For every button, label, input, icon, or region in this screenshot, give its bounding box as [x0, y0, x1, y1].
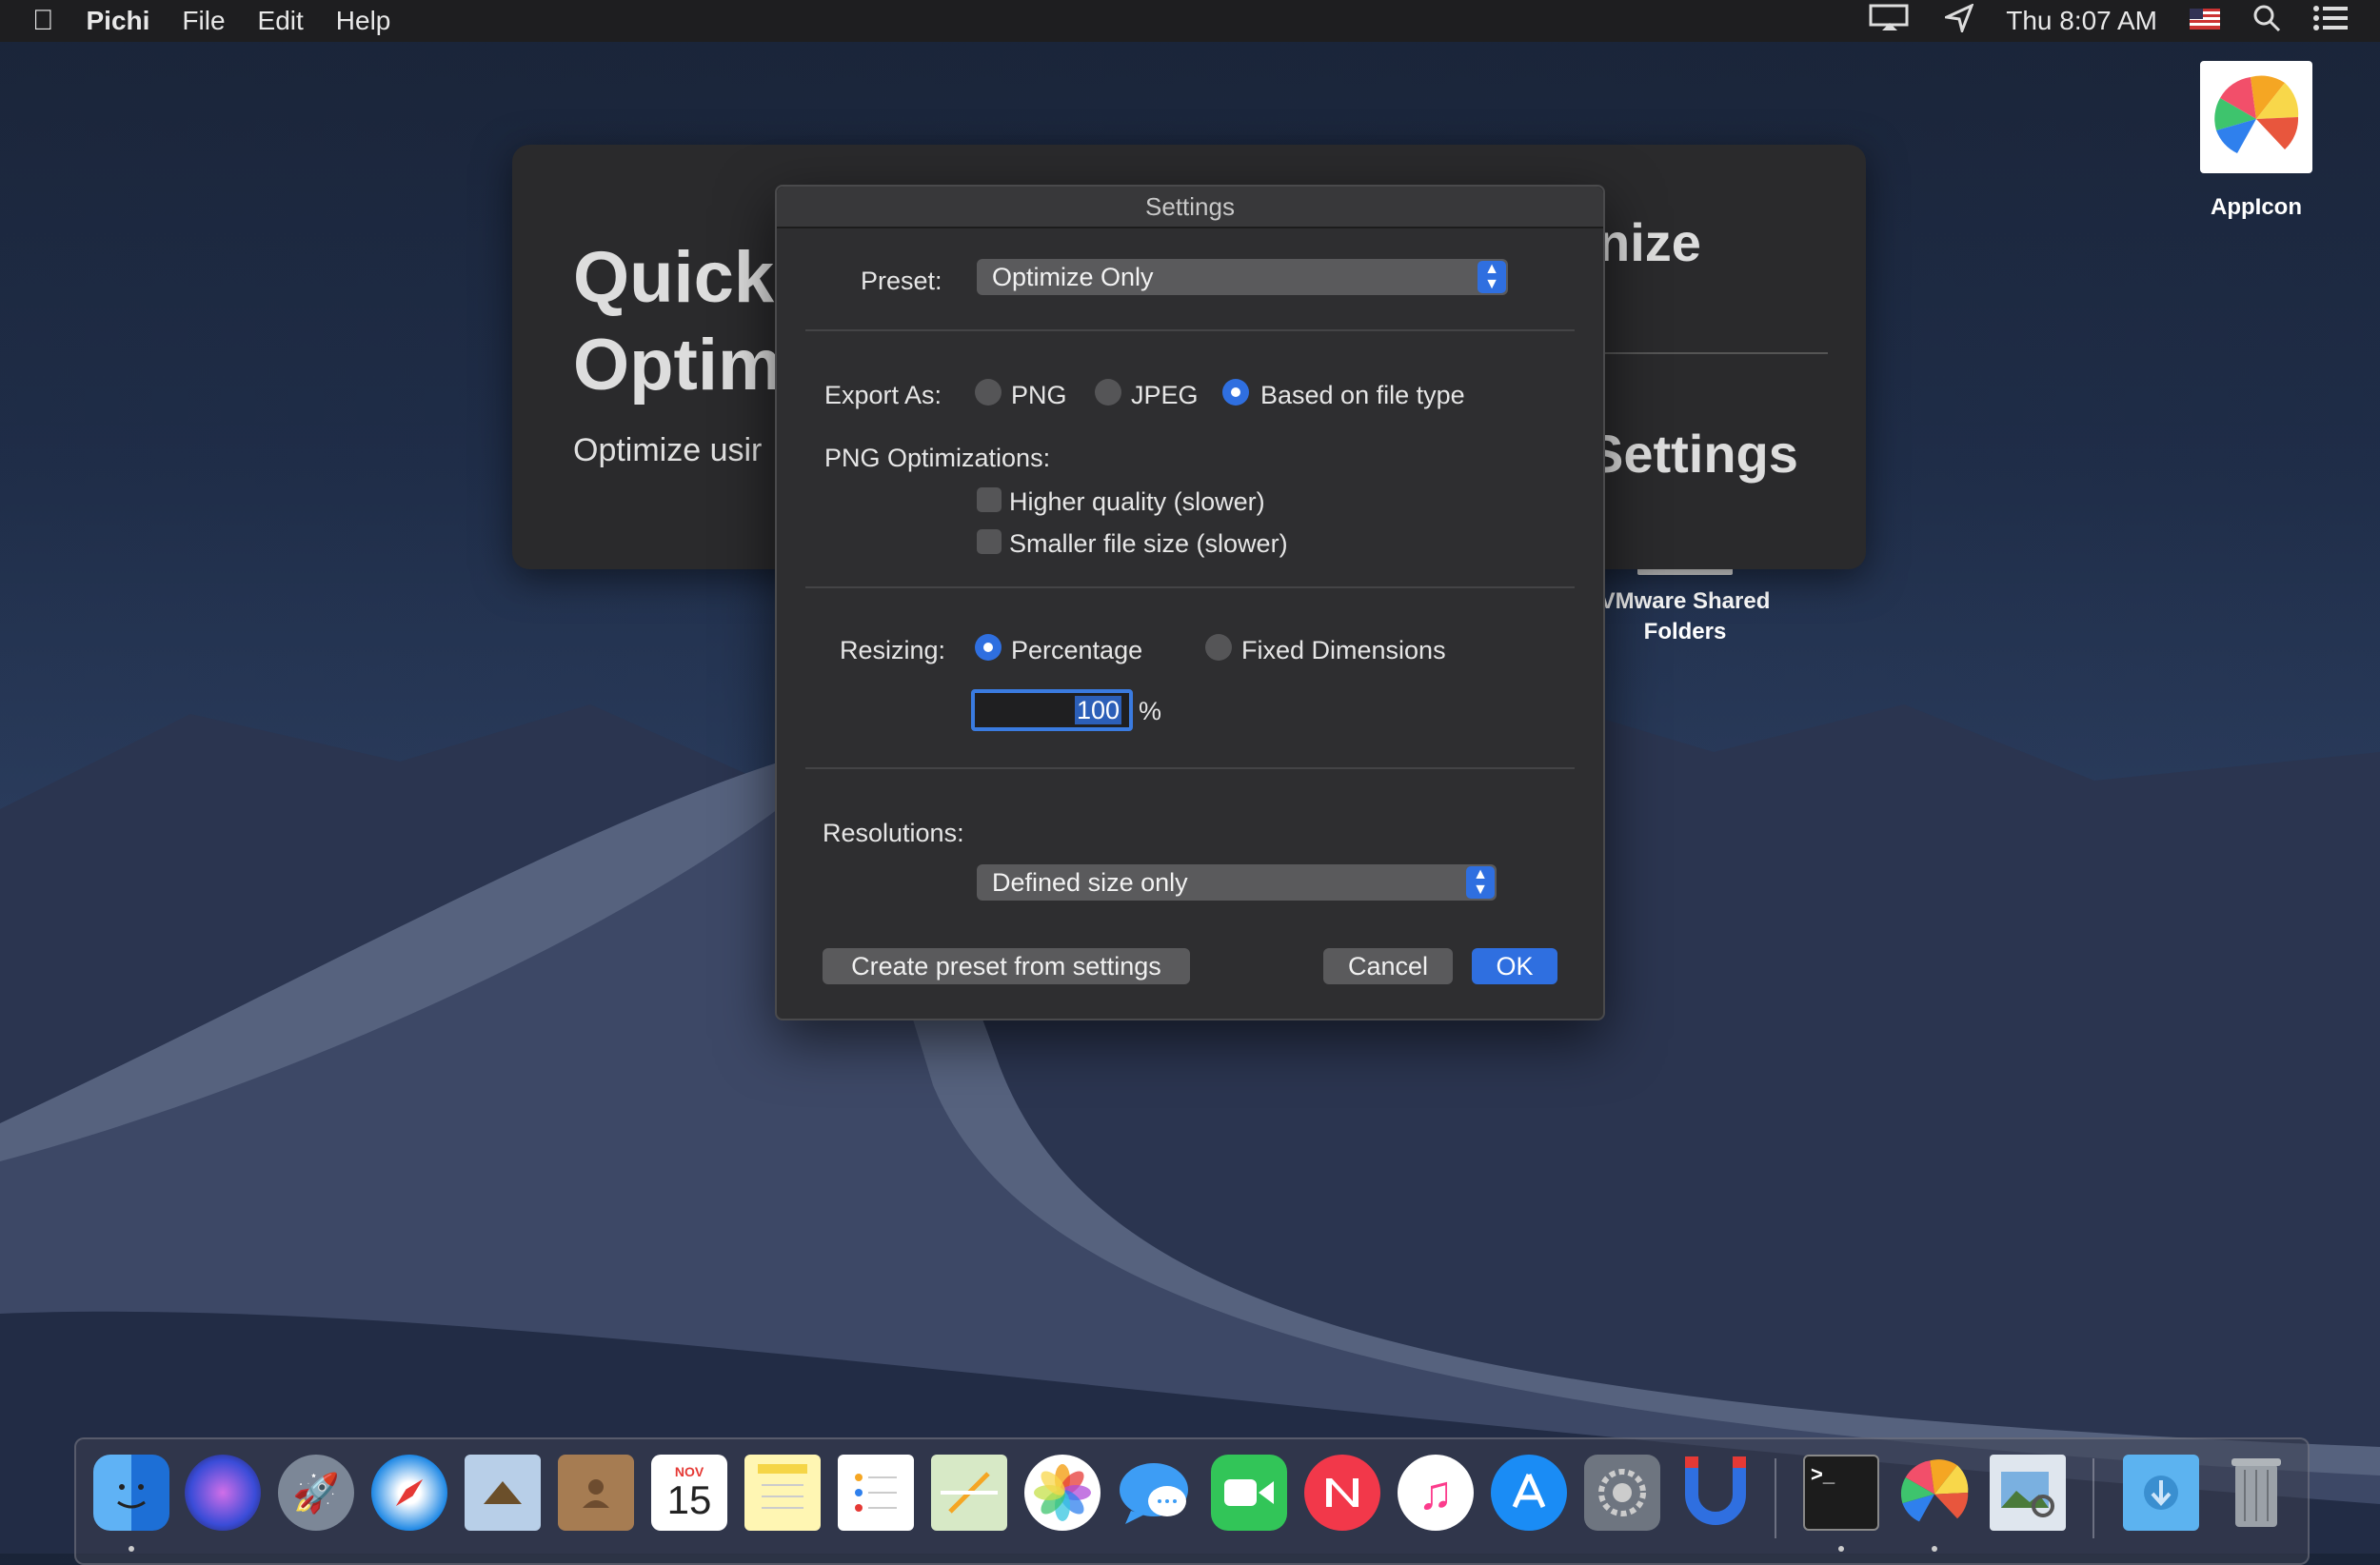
smaller-size-label[interactable]: Smaller file size (slower)	[1009, 529, 1288, 559]
dock-reminders-icon[interactable]	[838, 1455, 914, 1531]
export-jpeg-label[interactable]: JPEG	[1131, 381, 1199, 410]
export-based-on-type-label[interactable]: Based on file type	[1260, 381, 1465, 410]
vmware-label-line1: VMware Shared	[1599, 588, 1771, 614]
menu-app-name[interactable]: Pichi	[87, 6, 150, 36]
us-flag-icon[interactable]	[2190, 6, 2220, 36]
preset-label: Preset:	[861, 267, 942, 295]
appicon-image	[2200, 61, 2312, 173]
dock-separator	[2092, 1458, 2094, 1538]
separator	[805, 586, 1575, 588]
dock-separator	[1775, 1458, 1776, 1538]
percentage-value: 100	[1074, 696, 1121, 724]
dock-preview-icon[interactable]	[1990, 1455, 2066, 1531]
dock-safari-icon[interactable]	[371, 1455, 447, 1531]
higher-quality-label[interactable]: Higher quality (slower)	[1009, 487, 1265, 517]
dock: 🚀 NOV 15 ♫ >_	[74, 1437, 2310, 1565]
preset-value: Optimize Only	[992, 263, 1154, 291]
menu-clock[interactable]: Thu 8:07 AM	[2006, 6, 2157, 36]
percent-sign: %	[1139, 697, 1162, 725]
resizing-label: Resizing:	[840, 636, 946, 664]
separator	[805, 767, 1575, 769]
dock-facetime-icon[interactable]	[1211, 1455, 1287, 1531]
spotlight-search-icon[interactable]	[2252, 4, 2281, 39]
dock-terminal-icon[interactable]: >_	[1803, 1455, 1879, 1531]
dock-magnet-icon[interactable]	[1677, 1455, 1754, 1531]
settings-dialog: Settings Preset: Optimize Only ▲ ▼ Export…	[775, 185, 1605, 1020]
create-preset-button[interactable]: Create preset from settings	[823, 948, 1190, 984]
resizing-percentage-radio[interactable]	[975, 634, 1002, 661]
location-arrow-icon[interactable]	[1942, 2, 1974, 39]
resolutions-value: Defined size only	[992, 868, 1188, 897]
dock-launchpad-icon[interactable]: 🚀	[278, 1455, 354, 1531]
menu-help[interactable]: Help	[336, 6, 391, 36]
export-based-on-type-radio[interactable]	[1222, 379, 1249, 406]
smaller-size-checkbox[interactable]	[977, 529, 1002, 554]
menu-bar:  Pichi File Edit Help Thu 8:07 AM	[0, 0, 2380, 42]
dock-siri-icon[interactable]	[185, 1455, 261, 1531]
resizing-fixed-radio[interactable]	[1205, 634, 1232, 661]
dock-system-preferences-icon[interactable]	[1584, 1455, 1660, 1531]
popup-stepper-icon: ▲ ▼	[1466, 866, 1495, 899]
desktop-appicon[interactable]: AppIcon	[2190, 61, 2323, 221]
dock-mail-icon[interactable]	[465, 1455, 541, 1531]
ok-button[interactable]: OK	[1472, 948, 1557, 984]
bg-settings-button-text[interactable]: Settings	[1588, 423, 1798, 485]
dock-photos-icon[interactable]	[1024, 1455, 1101, 1531]
bg-divider	[1597, 352, 1828, 354]
dock-downloads-folder-icon[interactable]	[2123, 1455, 2199, 1531]
popup-stepper-icon: ▲ ▼	[1478, 261, 1506, 293]
desktop-vmware-shared-folders[interactable]: VMware Shared Folders	[1580, 567, 1790, 645]
dock-itunes-icon[interactable]: ♫	[1398, 1455, 1474, 1531]
bg-subtitle: Optimize usir	[573, 432, 763, 468]
appicon-label: AppIcon	[2211, 194, 2302, 220]
dock-calendar-icon[interactable]: NOV 15	[651, 1455, 727, 1531]
dock-contacts-icon[interactable]	[558, 1455, 634, 1531]
png-optimizations-label: PNG Optimizations:	[824, 444, 1051, 472]
display-mirroring-icon[interactable]	[1869, 4, 1913, 39]
higher-quality-checkbox[interactable]	[977, 487, 1002, 512]
bg-heading-line2: Optim	[573, 325, 783, 406]
dock-running-indicator	[1932, 1546, 1937, 1552]
dock-pichi-icon[interactable]	[1896, 1455, 1973, 1531]
bg-heading-line1: Quick	[573, 237, 775, 318]
calendar-day: 15	[666, 1477, 712, 1522]
percentage-input[interactable]: 100	[971, 689, 1133, 731]
export-as-label: Export As:	[824, 381, 942, 409]
notification-center-icon[interactable]	[2313, 5, 2348, 37]
dock-trash-icon[interactable]	[2218, 1455, 2294, 1531]
preset-popup[interactable]: Optimize Only ▲ ▼	[977, 259, 1508, 295]
dock-app-store-icon[interactable]	[1491, 1455, 1567, 1531]
dock-news-icon[interactable]	[1304, 1455, 1380, 1531]
export-png-label[interactable]: PNG	[1011, 381, 1067, 410]
menu-edit[interactable]: Edit	[258, 6, 304, 36]
apple-menu-icon[interactable]: 	[32, 5, 54, 37]
export-jpeg-radio[interactable]	[1095, 379, 1121, 406]
dock-maps-icon[interactable]	[931, 1455, 1007, 1531]
resolutions-label: Resolutions:	[823, 819, 964, 847]
resolutions-popup[interactable]: Defined size only ▲ ▼	[977, 864, 1497, 901]
export-png-radio[interactable]	[975, 379, 1002, 406]
resizing-fixed-label[interactable]: Fixed Dimensions	[1241, 636, 1446, 665]
menu-file[interactable]: File	[182, 6, 225, 36]
separator	[805, 329, 1575, 331]
pichi-logo-icon	[2214, 75, 2299, 153]
dock-running-indicator	[1838, 1546, 1844, 1552]
dock-notes-icon[interactable]	[744, 1455, 821, 1531]
bg-heading-right: nize	[1597, 212, 1701, 272]
cancel-button[interactable]: Cancel	[1323, 948, 1453, 984]
menu-extras: Thu 8:07 AM	[1869, 0, 2380, 42]
vmware-label-line2: Folders	[1643, 619, 1727, 644]
dock-finder-icon[interactable]	[93, 1455, 169, 1531]
dock-messages-icon[interactable]	[1118, 1455, 1194, 1531]
dialog-title: Settings	[777, 187, 1603, 228]
resizing-percentage-label[interactable]: Percentage	[1011, 636, 1142, 665]
dock-running-indicator	[129, 1546, 134, 1552]
